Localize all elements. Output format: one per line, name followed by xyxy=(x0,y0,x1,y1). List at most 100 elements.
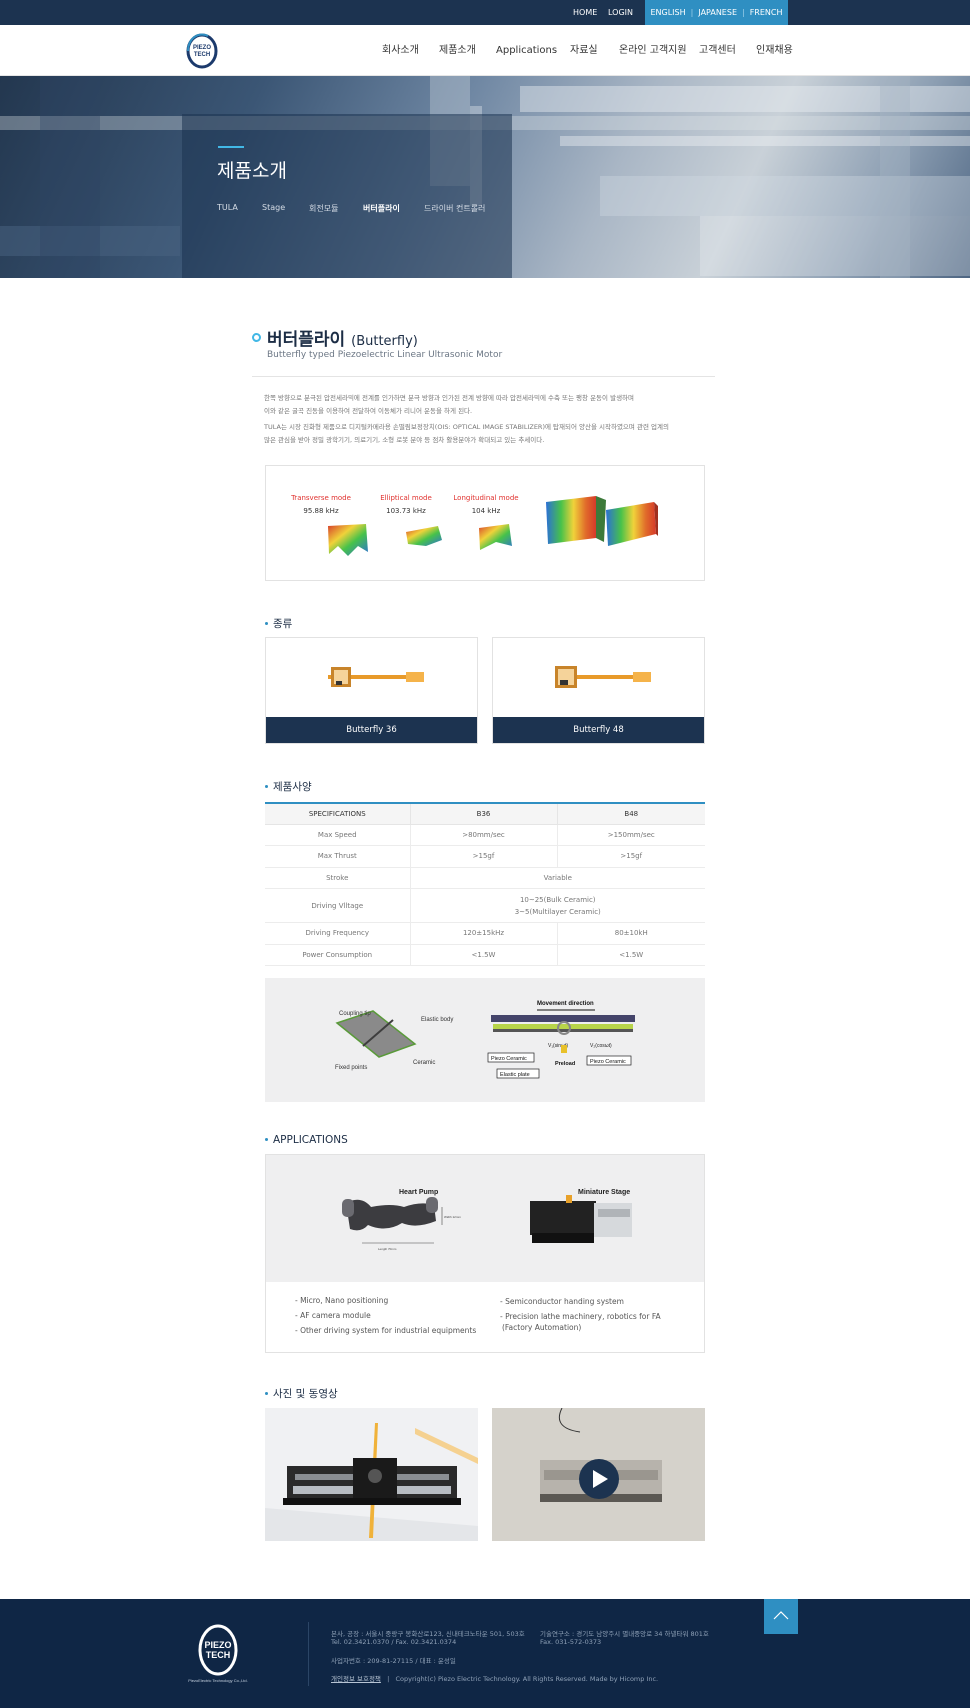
table-cell-line: 3~5(Multilayer Ceramic) xyxy=(514,907,601,916)
description-line: TULA는 시장 진화형 제품으로 디지털카메라용 손떨림보정장치(OIS: O… xyxy=(264,423,669,431)
table-header-cell: SPECIFICATIONS xyxy=(265,802,411,825)
language-selector: ENGLISH | JAPANESE | FRENCH xyxy=(645,0,788,25)
miniature-stage-label: Miniature Stage xyxy=(578,1189,630,1196)
diagram-label: Ceramic xyxy=(413,1060,435,1066)
table-row: Max Speed >80mm/sec >150mm/sec xyxy=(265,824,705,846)
table-row: Stroke Variable xyxy=(265,867,705,889)
table-cell: >80mm/sec xyxy=(410,824,558,846)
product-title-ko: 버터플라이 xyxy=(267,330,346,350)
footer-logo: PIEZO TECH PiezoElectric Technology Co.,… xyxy=(188,1624,248,1683)
subnav-driver-controller[interactable]: 드라이버 컨트롤러 xyxy=(424,203,485,214)
table-cell: 80±10kH xyxy=(557,922,705,945)
product-card-butterfly-36[interactable]: Butterfly 36 xyxy=(265,637,478,744)
applications-illustration: Heart Pump Length 70mm Width 12mm Miniat… xyxy=(342,1189,632,1251)
top-utility-bar: HOME LOGIN ENGLISH | JAPANESE | FRENCH xyxy=(0,0,970,25)
table-cell: Stroke xyxy=(265,867,411,889)
subnav-rotary-module[interactable]: 회전모듈 xyxy=(309,203,338,214)
hero-banner: 제품소개 TULA Stage 회전모듈 버터플라이 드라이버 컨트롤러 xyxy=(0,76,970,278)
application-item: - Other driving system for industrial eq… xyxy=(295,1326,477,1335)
svg-text:TECH: TECH xyxy=(194,52,210,58)
product-title: 버터플라이 (Butterfly) xyxy=(267,325,418,350)
diagram-label: Piezo Ceramic xyxy=(491,1056,527,1062)
home-link[interactable]: HOME xyxy=(573,0,597,25)
application-item: - Micro, Nano positioning xyxy=(295,1296,389,1305)
table-header-cell: B48 xyxy=(557,802,705,825)
table-cell: Max Thrust xyxy=(265,845,411,868)
footer-business-number: 사업자번호 : 209-81-27115 / 대표 : 윤성일 xyxy=(331,1657,456,1665)
lang-japanese[interactable]: JAPANESE xyxy=(698,8,737,17)
table-row: Driving Vlltage 10~25(Bulk Ceramic) 3~5(… xyxy=(265,888,705,923)
nav-applications[interactable]: Applications xyxy=(496,25,557,76)
lang-french[interactable]: FRENCH xyxy=(750,8,783,17)
subnav-tula[interactable]: TULA xyxy=(217,203,238,212)
description-paragraph-2: TULA는 시장 진화형 제품으로 디지털카메라용 손떨림보정장치(OIS: O… xyxy=(264,421,684,447)
applications-images: Heart Pump Length 70mm Width 12mm Miniat… xyxy=(266,1155,704,1282)
product-video[interactable] xyxy=(492,1408,705,1541)
product-video-thumbnail xyxy=(492,1408,705,1541)
applications-panel: Heart Pump Length 70mm Width 12mm Miniat… xyxy=(265,1154,705,1353)
length-label: Length 70mm xyxy=(378,1247,397,1251)
table-cell: Max Speed xyxy=(265,824,411,846)
subnav-butterfly[interactable]: 버터플라이 xyxy=(363,203,400,214)
section-heading-applications: APPLICATIONS xyxy=(265,1134,348,1146)
login-link[interactable]: LOGIN xyxy=(608,0,633,25)
table-cell: Driving Vlltage xyxy=(265,888,411,923)
diagram-label: Coupling tip xyxy=(339,1011,371,1017)
nav-online-support[interactable]: 온라인 고객지원 xyxy=(619,25,687,76)
butterfly-48-image xyxy=(555,666,651,688)
product-subtitle: Butterfly typed Piezoelectric Linear Ult… xyxy=(267,350,503,360)
svg-text:PIEZO: PIEZO xyxy=(193,45,211,51)
copyright-text: Copyright(c) Piezo Electric Technology. … xyxy=(395,1675,659,1683)
nav-careers[interactable]: 인재채용 xyxy=(756,25,793,76)
application-item: (Factory Automation) xyxy=(502,1323,582,1332)
diagram-label: Elastic body xyxy=(421,1017,453,1023)
bullet-icon xyxy=(265,784,268,788)
table-cell-line: 10~25(Bulk Ceramic) xyxy=(519,895,596,904)
chevron-up-icon xyxy=(773,1611,789,1620)
table-header-row: SPECIFICATIONS B36 B48 xyxy=(265,802,705,825)
diagram-label: Piezo Ceramic xyxy=(590,1059,626,1065)
diagram-label: Elastic plate xyxy=(500,1072,530,1078)
structure-diagram: Coupling tip Elastic body Fixed points C… xyxy=(335,1001,635,1079)
table-cell: Variable xyxy=(410,867,705,889)
product-title-en: (Butterfly) xyxy=(351,334,418,349)
table-cell: <1.5W xyxy=(557,944,705,966)
page-title: 제품소개 xyxy=(217,160,287,182)
diagram-label: Movement direction xyxy=(537,1001,594,1007)
product-card-butterfly-48[interactable]: Butterfly 48 xyxy=(492,637,705,744)
description-line: 많은 관심을 받아 정밀 광학기기, 의료기기, 소형 로봇 분야 등 점차 활… xyxy=(264,436,545,444)
card-caption: Butterfly 36 xyxy=(266,717,477,743)
svg-text:TECH: TECH xyxy=(206,1650,231,1660)
section-heading-text: 종류 xyxy=(273,618,293,630)
footer-lab-fax: Fax. 031-572-0373 xyxy=(540,1638,602,1646)
table-header-cell: B36 xyxy=(410,802,558,825)
table-cell: >15gf xyxy=(557,845,705,868)
nav-resources[interactable]: 자료실 xyxy=(570,25,598,76)
section-heading-media: 사진 및 동영상 xyxy=(265,1386,338,1401)
table-cell: 120±15kHz xyxy=(410,922,558,945)
lang-english[interactable]: ENGLISH xyxy=(650,8,685,17)
footer xyxy=(0,1599,970,1708)
table-row: Power Consumption <1.5W <1.5W xyxy=(265,944,705,966)
table-cell: >15gf xyxy=(410,845,558,868)
scroll-to-top-button[interactable] xyxy=(764,1599,798,1634)
table-cell: Driving Frequency xyxy=(265,922,411,945)
description-line: 이와 같은 굴곡 진동을 이용하여 전달하여 이동체가 리니어 운동을 하게 된… xyxy=(264,407,473,415)
product-photo[interactable] xyxy=(265,1408,478,1541)
heart-pump-label: Heart Pump xyxy=(399,1189,438,1196)
subnav-stage[interactable]: Stage xyxy=(262,203,285,212)
diagram-label: Fixed points xyxy=(335,1065,367,1071)
hero-overlay xyxy=(182,114,512,278)
section-heading-text: 제품사양 xyxy=(273,781,312,793)
butterfly-36-image xyxy=(328,667,424,687)
spec-table: SPECIFICATIONS B36 B48 Max Speed >80mm/s… xyxy=(265,802,705,966)
footer-tel: Tel. 02.3421.0370 / Fax. 02.3421.0374 xyxy=(331,1638,457,1646)
privacy-policy-link[interactable]: 개인정보 보호정책 xyxy=(331,1675,381,1683)
nav-company[interactable]: 회사소개 xyxy=(382,25,419,76)
company-logo[interactable]: PIEZO TECH xyxy=(182,33,222,69)
nav-customer-center[interactable]: 고객센터 xyxy=(699,25,736,76)
svg-text:PIEZO: PIEZO xyxy=(204,1640,231,1650)
vibration-modes-panel: Transverse mode 95.88 kHz Elliptical mod… xyxy=(265,465,705,581)
product-photo-image xyxy=(265,1423,478,1541)
nav-products[interactable]: 제품소개 xyxy=(439,25,476,76)
